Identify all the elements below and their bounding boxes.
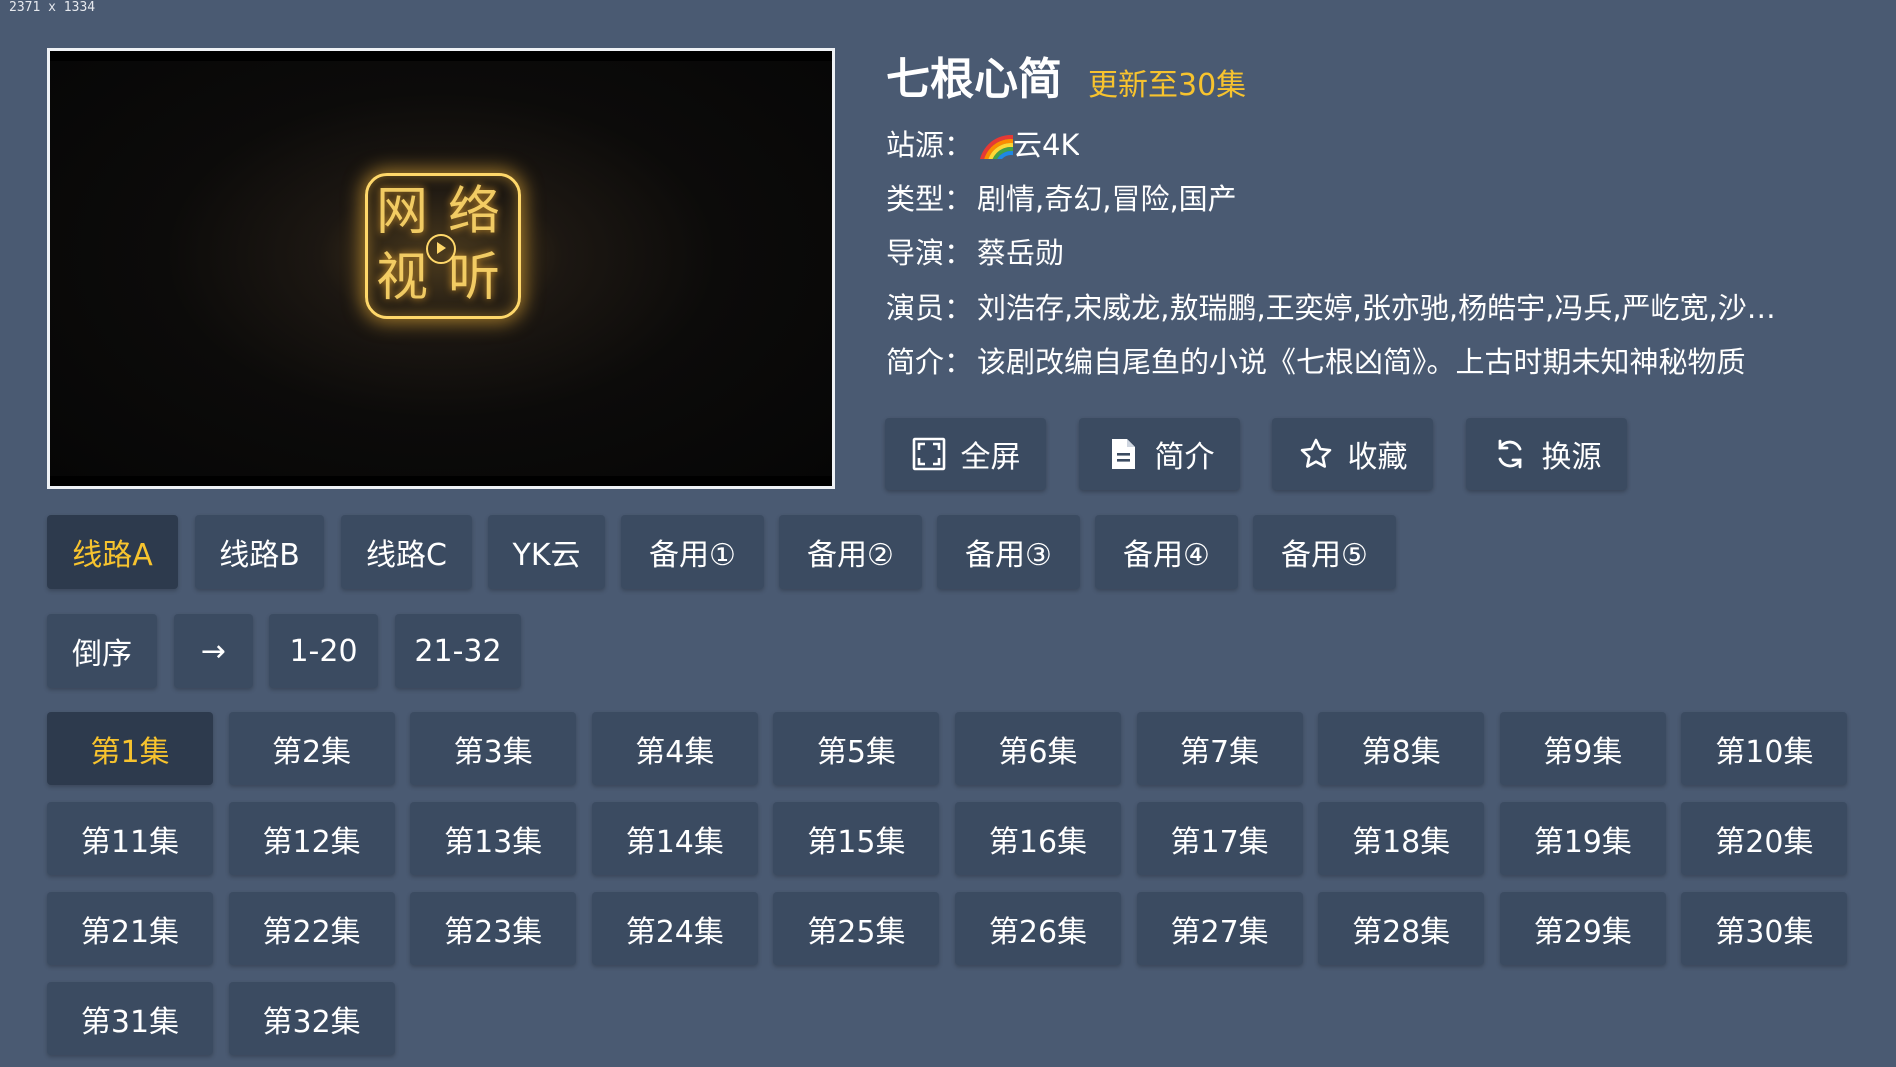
episode-button[interactable]: 第17集 (1136, 802, 1303, 875)
favorite-button[interactable]: 收藏 (1272, 418, 1433, 490)
source-row: 站源： 云4K (886, 125, 1079, 165)
logo-glyph: 网 (376, 182, 429, 242)
range-button-21-32[interactable]: 21-32 (395, 614, 521, 688)
range-button-1-20[interactable]: 1-20 (269, 614, 378, 688)
route-button-a[interactable]: 线路A (47, 515, 178, 589)
source-label: 站源： (886, 128, 974, 162)
synopsis-label: 简介： (886, 345, 974, 379)
episode-button[interactable]: 第3集 (410, 712, 577, 785)
episode-button[interactable]: 第8集 (1318, 712, 1485, 785)
dimension-label: 2371 x 1334 (9, 0, 96, 15)
route-button-backup-1[interactable]: 备用① (621, 515, 764, 589)
episode-button[interactable]: 第9集 (1499, 712, 1666, 785)
episode-button[interactable]: 第31集 (47, 982, 213, 1055)
switch-source-button[interactable]: 换源 (1466, 418, 1627, 490)
director-value: 蔡岳勋 (977, 236, 1065, 270)
favorite-label: 收藏 (1347, 440, 1408, 475)
cast-value: 刘浩存,宋威龙,敖瑞鹏,王奕婷,张亦驰,杨皓宇,冯兵,严屹宽,沙… (977, 291, 1776, 325)
refresh-icon (1498, 439, 1521, 469)
source-value: 云4K (1013, 128, 1080, 162)
route-button-backup-2[interactable]: 备用② (779, 515, 922, 589)
fullscreen-icon (912, 437, 945, 471)
episode-button[interactable]: 第26集 (955, 892, 1121, 965)
episode-button[interactable]: 第6集 (955, 712, 1121, 785)
episode-button[interactable]: 第18集 (1318, 802, 1485, 875)
episode-button[interactable]: 第11集 (47, 802, 213, 875)
intro-label: 简介 (1154, 440, 1215, 475)
episode-button[interactable]: 第15集 (773, 802, 940, 875)
episode-button[interactable]: 第28集 (1318, 892, 1485, 965)
episode-button[interactable]: 第7集 (1136, 712, 1303, 785)
episode-button[interactable]: 第21集 (47, 892, 213, 965)
episode-button[interactable]: 第25集 (773, 892, 940, 965)
route-button-backup-4[interactable]: 备用④ (1095, 515, 1238, 589)
broadcast-logo: 网 络 视 听 (365, 173, 521, 319)
logo-glyph: 听 (448, 248, 501, 308)
route-button-yk[interactable]: YK云 (488, 515, 605, 589)
episode-button[interactable]: 第5集 (773, 712, 940, 785)
episode-button[interactable]: 第20集 (1681, 802, 1848, 875)
synopsis-row: 简介： 该剧改编自尾鱼的小说《七根凶简》。上古时期未知神秘物质 (886, 342, 1746, 382)
episode-button[interactable]: 第30集 (1681, 892, 1848, 965)
update-status: 更新至30集 (1088, 68, 1247, 103)
route-button-c[interactable]: 线路C (341, 515, 472, 589)
rainbow-icon (977, 131, 1014, 159)
episode-button[interactable]: 第16集 (955, 802, 1121, 875)
logo-glyph: 络 (448, 182, 501, 242)
video-player[interactable]: 网 络 视 听 (47, 48, 835, 489)
route-button-b[interactable]: 线路B (195, 515, 324, 589)
show-title: 七根心简 (886, 54, 1062, 105)
route-button-backup-5[interactable]: 备用⑤ (1253, 515, 1396, 589)
episode-button[interactable]: 第10集 (1681, 712, 1848, 785)
star-icon (1300, 438, 1331, 468)
document-icon (1111, 439, 1135, 469)
fullscreen-button[interactable]: 全屏 (885, 418, 1046, 490)
genre-label: 类型： (886, 182, 974, 216)
episode-button[interactable]: 第1集 (47, 712, 213, 785)
arrow-right-icon[interactable]: → (174, 614, 253, 688)
episode-button[interactable]: 第24集 (591, 892, 758, 965)
episode-button[interactable]: 第13集 (410, 802, 577, 875)
fullscreen-label: 全屏 (960, 440, 1021, 475)
genre-value: 剧情,奇幻,冒险,国产 (977, 182, 1237, 216)
synopsis-value: 该剧改编自尾鱼的小说《七根凶简》。上古时期未知神秘物质 (977, 345, 1746, 379)
letterbox-bottom (50, 476, 832, 486)
episode-button[interactable]: 第2集 (228, 712, 395, 785)
genre-row: 类型： 剧情,奇幻,冒险,国产 (886, 179, 1237, 219)
episode-button[interactable]: 第29集 (1499, 892, 1666, 965)
director-label: 导演： (886, 236, 974, 270)
director-row: 导演： 蔡岳勋 (886, 233, 1064, 273)
cast-label: 演员： (886, 291, 974, 325)
letterbox-top (50, 51, 832, 61)
episode-button[interactable]: 第12集 (228, 802, 395, 875)
play-icon (426, 234, 456, 264)
reverse-order-button[interactable]: 倒序 (47, 614, 157, 688)
intro-button[interactable]: 简介 (1079, 418, 1240, 490)
episode-button[interactable]: 第22集 (228, 892, 395, 965)
logo-glyph: 视 (376, 248, 429, 308)
episode-button[interactable]: 第14集 (591, 802, 758, 875)
episode-button[interactable]: 第19集 (1499, 802, 1666, 875)
route-button-backup-3[interactable]: 备用③ (937, 515, 1080, 589)
episode-button[interactable]: 第4集 (591, 712, 758, 785)
episode-button[interactable]: 第32集 (228, 982, 395, 1055)
episode-button[interactable]: 第27集 (1136, 892, 1303, 965)
episode-button[interactable]: 第23集 (410, 892, 577, 965)
cast-row: 演员： 刘浩存,宋威龙,敖瑞鹏,王奕婷,张亦驰,杨皓宇,冯兵,严屹宽,沙… (886, 288, 1776, 328)
switch-source-label: 换源 (1541, 440, 1602, 475)
